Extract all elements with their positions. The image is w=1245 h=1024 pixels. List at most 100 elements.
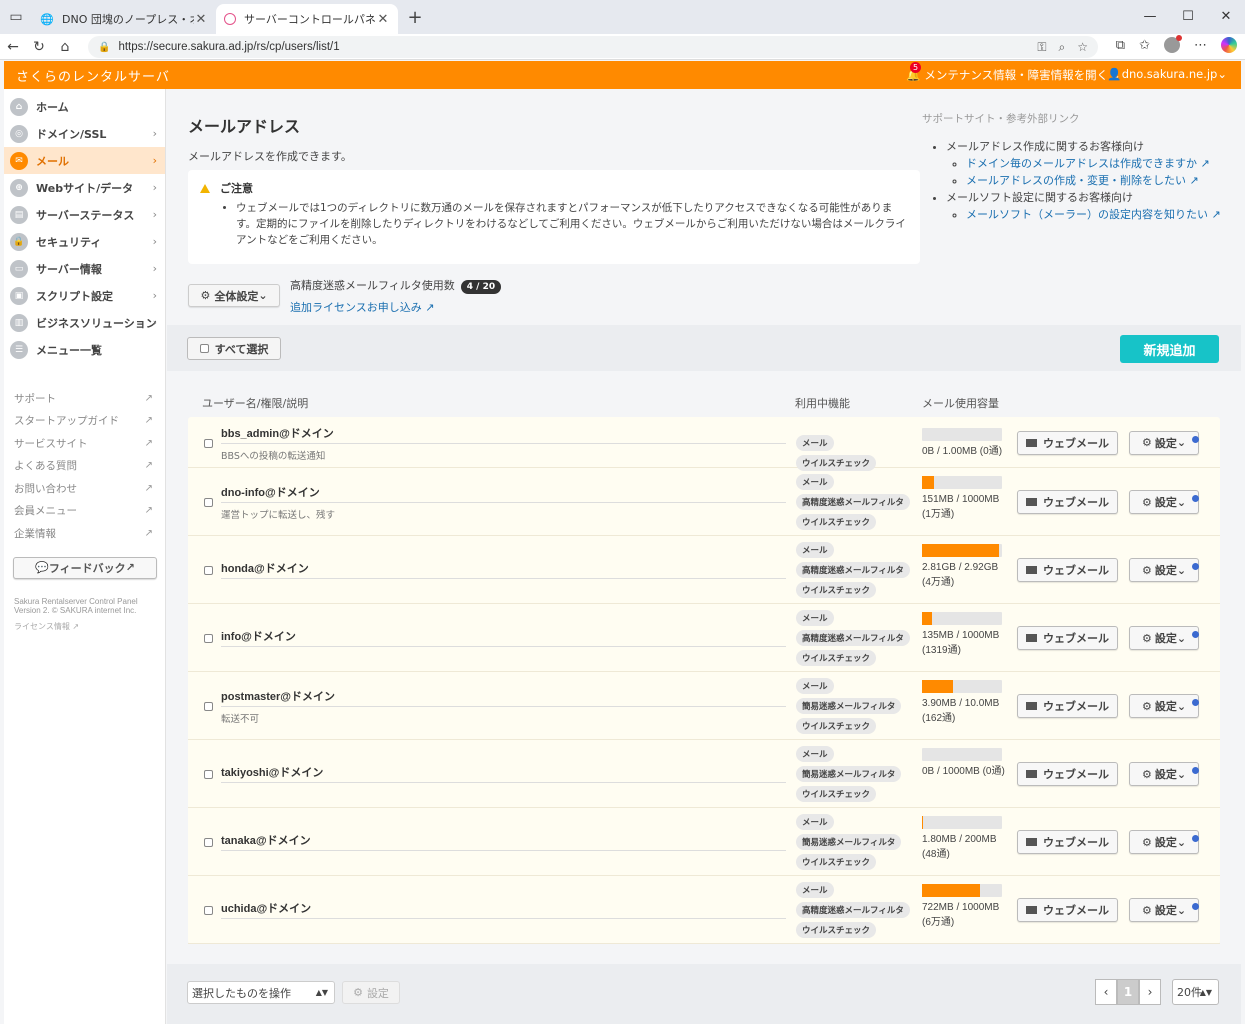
- additional-license-link[interactable]: 追加ライセンスお申し込み ↗: [290, 299, 501, 315]
- webmail-button[interactable]: ウェブメール: [1017, 430, 1118, 455]
- webmail-button[interactable]: ウェブメール: [1017, 626, 1118, 650]
- webmail-button[interactable]: ウェブメール: [1017, 694, 1118, 718]
- home-icon[interactable]: ⌂: [52, 39, 78, 55]
- reload-icon[interactable]: ↻: [26, 39, 52, 55]
- button-label: 設定: [1154, 436, 1177, 450]
- license-link[interactable]: ライセンス情報 ↗: [14, 621, 165, 632]
- profile-avatar[interactable]: [1164, 35, 1182, 53]
- user-name[interactable]: uchida@ドメイン: [221, 900, 311, 916]
- sidebar-item-domain[interactable]: ◎ ドメイン/SSL ›: [4, 120, 165, 147]
- feature-tag: ウイルスチェック: [796, 786, 877, 802]
- close-icon[interactable]: ✕: [194, 12, 208, 27]
- support-link-mailer[interactable]: メールソフト（メーラー）の設定内容を知りたい ↗: [966, 208, 1221, 221]
- button-label: 全体設定: [214, 289, 259, 303]
- zoom-icon[interactable]: ⌕: [1059, 40, 1066, 55]
- webmail-button[interactable]: ウェブメール: [1017, 762, 1118, 786]
- row-checkbox[interactable]: [204, 906, 213, 915]
- sidebar-link-startup-guide[interactable]: スタートアップガイド ↗: [4, 410, 165, 433]
- row-checkbox[interactable]: [204, 438, 213, 448]
- envelope-icon: [1026, 566, 1037, 574]
- close-icon[interactable]: ✕: [376, 12, 390, 27]
- user-menu[interactable]: 👤dno.sakura.ne.jp⌄: [1107, 67, 1227, 81]
- support-link-create-mail[interactable]: メールアドレスの作成・変更・削除をしたい ↗: [966, 174, 1199, 187]
- user-name[interactable]: tanaka@ドメイン: [221, 832, 311, 848]
- action-bar: すべて選択 新規追加: [167, 325, 1241, 371]
- site-info-icon[interactable]: 🔒: [98, 42, 110, 53]
- user-name[interactable]: takiyoshi@ドメイン: [221, 764, 323, 780]
- sidebar-link-contact[interactable]: お問い合わせ ↗: [4, 477, 165, 500]
- maximize-icon[interactable]: ☐: [1169, 0, 1207, 32]
- sidebar-item-script[interactable]: ▣ スクリプト設定 ›: [4, 282, 165, 309]
- user-name[interactable]: dno-info@ドメイン: [221, 484, 320, 500]
- row-settings-button[interactable]: ⚙ 設定 ⌄: [1129, 558, 1199, 582]
- row-settings-button[interactable]: ⚙ 設定 ⌄: [1129, 490, 1199, 514]
- url-field[interactable]: 🔒 https://secure.sakura.ad.jp/rs/cp/user…: [88, 36, 1098, 58]
- new-tab-button[interactable]: +: [402, 4, 428, 30]
- sidebar-item-home[interactable]: ⌂ ホーム: [4, 93, 165, 120]
- row-checkbox[interactable]: [204, 838, 213, 847]
- row-settings-button[interactable]: ⚙ 設定 ⌄: [1129, 430, 1199, 455]
- button-label: ウェブメール: [1043, 768, 1109, 781]
- sidebar-item-label: ドメイン/SSL: [36, 127, 107, 141]
- sidebar-item-security[interactable]: 🔒 セキュリティ ›: [4, 228, 165, 255]
- maintenance-menu[interactable]: 🔔 5 メンテナンス情報・障害情報を開く ⌄: [906, 62, 1121, 83]
- webmail-button[interactable]: ウェブメール: [1017, 830, 1118, 854]
- row-settings-button[interactable]: ⚙ 設定 ⌄: [1129, 830, 1199, 854]
- sidebar-link-support[interactable]: サポート ↗: [4, 387, 165, 410]
- sidebar-item-mail[interactable]: ✉ メール ›: [4, 147, 165, 174]
- mail-usage: 135MB / 1000MB (1319通): [922, 612, 1006, 658]
- row-settings-button[interactable]: ⚙ 設定 ⌄: [1129, 762, 1199, 786]
- row-checkbox[interactable]: [204, 498, 213, 507]
- key-icon[interactable]: ⚿: [1037, 40, 1046, 55]
- sidebar-link-company[interactable]: 企業情報 ↗: [4, 522, 165, 545]
- divider: [221, 502, 786, 503]
- row-checkbox[interactable]: [204, 634, 213, 643]
- more-icon[interactable]: ⋯: [1194, 38, 1207, 53]
- tab-control-panel[interactable]: サーバーコントロールパネル ✕: [216, 4, 398, 34]
- feature-tag: 高精度迷惑メールフィルタ: [796, 630, 910, 646]
- webmail-button[interactable]: ウェブメール: [1017, 558, 1118, 582]
- global-settings-button[interactable]: ⚙ 全体設定 ⌄: [188, 284, 280, 307]
- apply-settings-button[interactable]: ⚙ 設定: [342, 981, 400, 1004]
- select-all-button[interactable]: すべて選択: [187, 337, 281, 360]
- close-window-icon[interactable]: ✕: [1207, 0, 1245, 32]
- back-icon[interactable]: ←: [0, 39, 26, 55]
- sidebar-item-menu-list[interactable]: ☰ メニュー一覧: [4, 336, 165, 363]
- user-name[interactable]: info@ドメイン: [221, 628, 296, 644]
- sidebar-link-service-site[interactable]: サービスサイト ↗: [4, 432, 165, 455]
- minimize-icon[interactable]: —: [1131, 0, 1169, 32]
- sidebar-item-status[interactable]: ▤ サーバーステータス ›: [4, 201, 165, 228]
- per-page-select[interactable]: 20件 ▲▼: [1172, 979, 1219, 1005]
- copilot-icon[interactable]: [1221, 37, 1237, 53]
- feature-tag: 簡易迷惑メールフィルタ: [796, 766, 902, 782]
- row-settings-button[interactable]: ⚙ 設定 ⌄: [1129, 898, 1199, 922]
- feedback-button[interactable]: 💬 フィードバック ↗: [13, 556, 157, 579]
- sidebar-item-business[interactable]: ▥ ビジネスソリューション ›: [4, 309, 165, 336]
- row-settings-button[interactable]: ⚙ 設定 ⌄: [1129, 626, 1199, 650]
- user-name[interactable]: honda@ドメイン: [221, 560, 309, 576]
- favorite-star-icon[interactable]: ☆: [1077, 40, 1088, 55]
- sidebar-link-faq[interactable]: よくある質問 ↗: [4, 455, 165, 478]
- sidebar-item-web[interactable]: ⊕ Webサイト/データ ›: [4, 174, 165, 201]
- bulk-operation-select[interactable]: 選択したものを操作 ▲▼: [187, 981, 335, 1004]
- tab-dno[interactable]: 🌐 DNO 団塊のノープレス・オブリージュ ✕: [32, 5, 216, 33]
- webmail-button[interactable]: ウェブメール: [1017, 490, 1118, 514]
- tab-actions-icon[interactable]: ▭: [2, 3, 30, 31]
- row-settings-button[interactable]: ⚙ 設定 ⌄: [1129, 694, 1199, 718]
- row-checkbox[interactable]: [204, 702, 213, 711]
- favorites-icon[interactable]: ✩: [1139, 38, 1150, 53]
- webmail-button[interactable]: ウェブメール: [1017, 898, 1118, 922]
- brand-logo[interactable]: さくらのレンタルサーバ: [16, 66, 170, 85]
- row-checkbox[interactable]: [204, 566, 213, 575]
- extensions-icon[interactable]: ⧉: [1116, 38, 1125, 53]
- next-page-button[interactable]: ›: [1139, 979, 1161, 1005]
- sidebar-link-member-menu[interactable]: 会員メニュー ↗: [4, 500, 165, 523]
- row-checkbox[interactable]: [204, 770, 213, 779]
- add-new-button[interactable]: 新規追加: [1120, 335, 1219, 363]
- prev-page-button[interactable]: ‹: [1095, 979, 1117, 1005]
- sidebar-item-server-info[interactable]: ▭ サーバー情報 ›: [4, 255, 165, 282]
- page-number[interactable]: 1: [1117, 979, 1139, 1005]
- user-name[interactable]: postmaster@ドメイン: [221, 688, 335, 704]
- support-link-domain-mail[interactable]: ドメイン毎のメールアドレスは作成できますか ↗: [966, 157, 1210, 170]
- user-name[interactable]: bbs_admin@ドメイン: [221, 425, 334, 441]
